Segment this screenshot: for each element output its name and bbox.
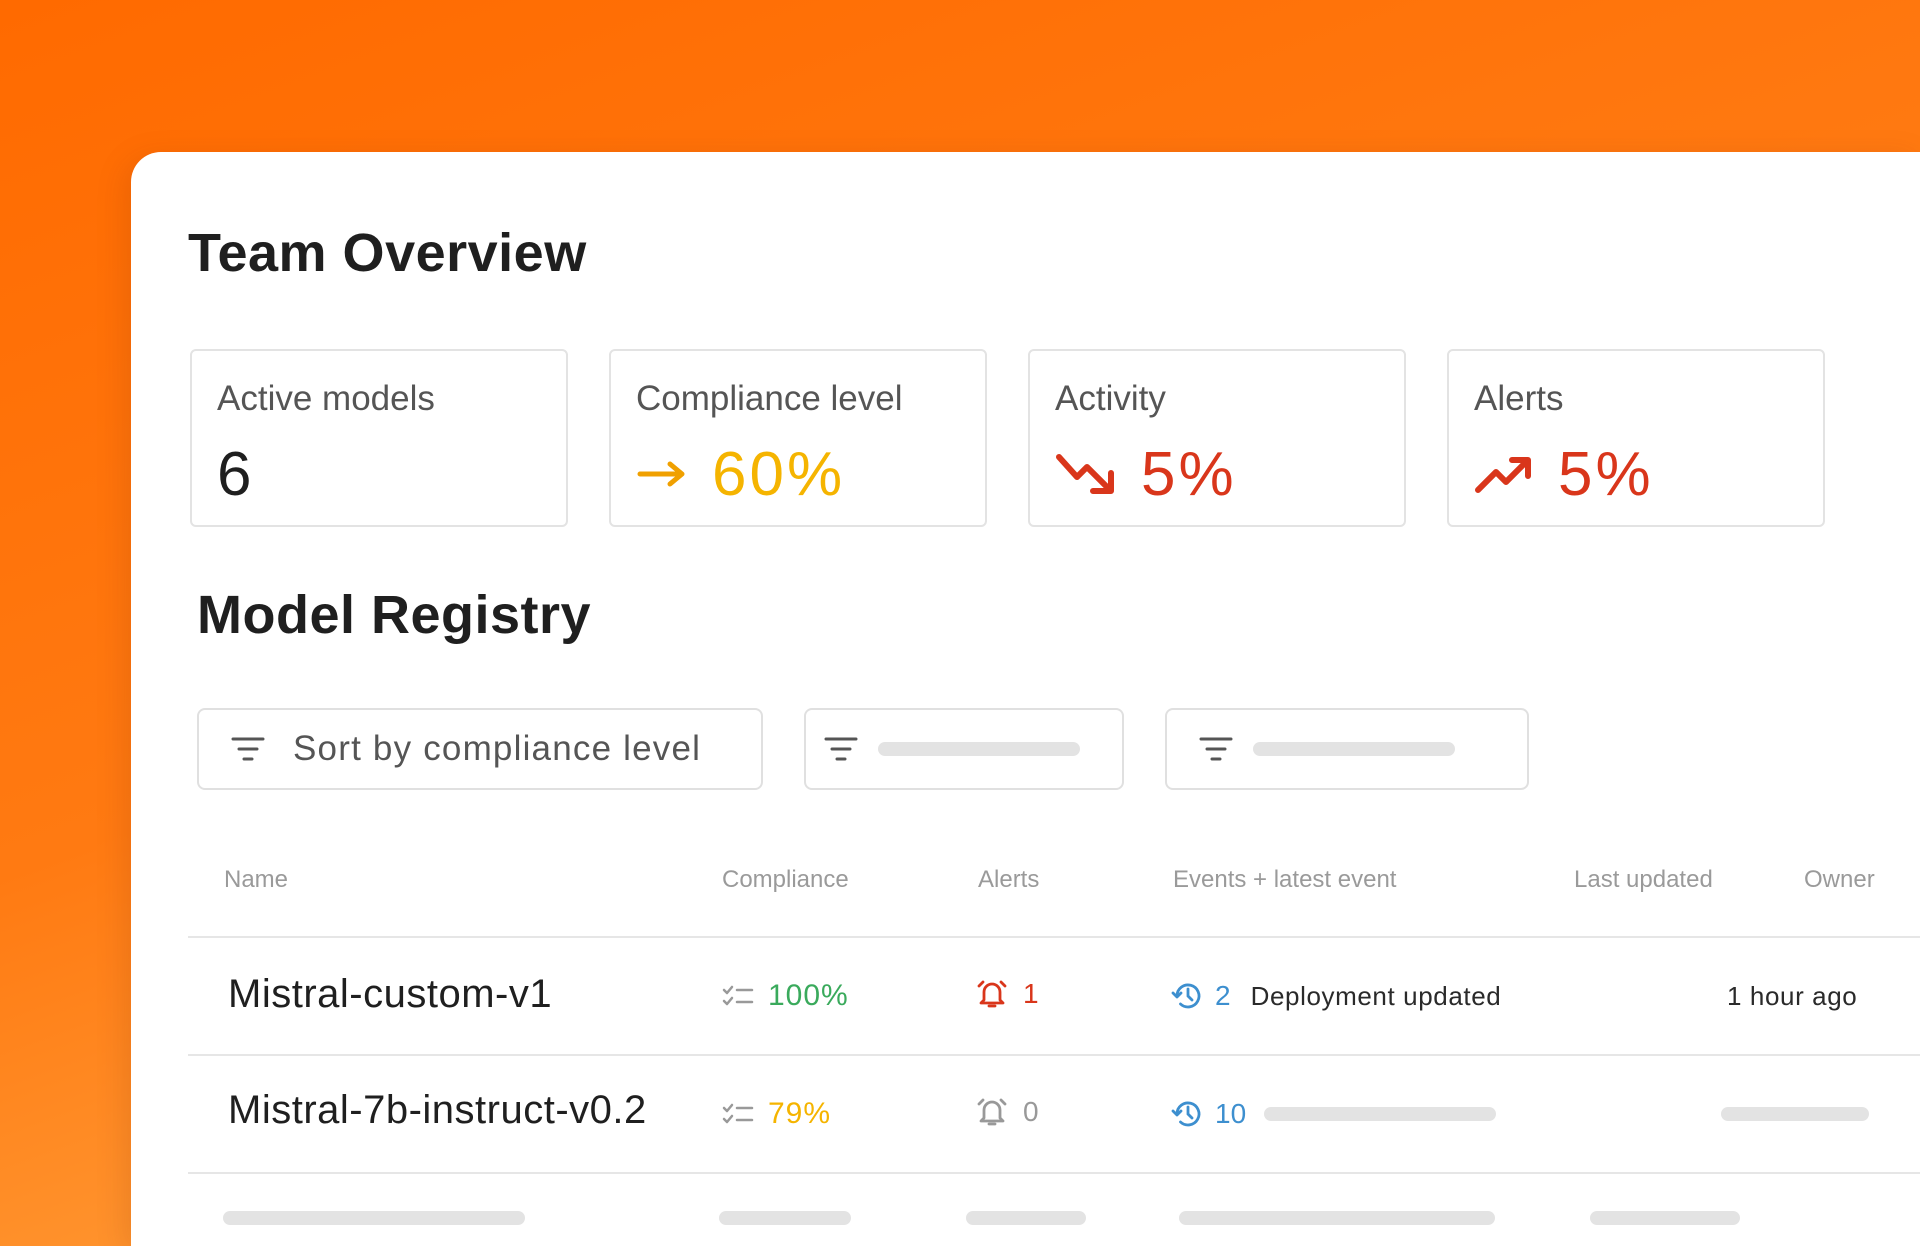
- latest-event: Deployment updated: [1250, 980, 1502, 1011]
- model-name[interactable]: Mistral-custom-v1: [228, 972, 552, 1017]
- table-row[interactable]: Mistral-custom-v1 100% 1 2 Deployment up…: [131, 938, 1920, 1054]
- events-placeholder: [1179, 1211, 1495, 1225]
- trend-up-icon: [1474, 452, 1536, 496]
- section-title: Model Registry: [197, 585, 592, 645]
- alerts-count: 1: [1023, 978, 1039, 1009]
- filter-icon: [1199, 736, 1233, 762]
- checklist-icon: [722, 1102, 754, 1126]
- table-row[interactable]: Mistral-7b-instruct-v0.2 79% 0 10 L: [131, 1056, 1920, 1172]
- stat-value: 5%: [1558, 439, 1654, 509]
- history-icon: [1171, 1097, 1205, 1131]
- alerts-count: 0: [1023, 1096, 1039, 1127]
- filter-placeholder: [1253, 742, 1455, 756]
- column-header-compliance[interactable]: Compliance: [722, 866, 849, 894]
- table-row[interactable]: T: [131, 1174, 1920, 1246]
- history-icon: [1171, 979, 1205, 1013]
- column-header-events[interactable]: Events + latest event: [1173, 866, 1396, 894]
- events-count: 2: [1215, 980, 1231, 1011]
- stat-label: Active models: [217, 379, 435, 418]
- checklist-icon: [722, 984, 754, 1008]
- last-updated-placeholder: [1590, 1211, 1740, 1225]
- events-count: 10: [1215, 1098, 1247, 1129]
- latest-event-placeholder: [1264, 1107, 1497, 1121]
- filter-placeholder: [878, 742, 1080, 756]
- table-header: Name Compliance Alerts Events + latest e…: [131, 866, 1920, 906]
- last-updated-placeholder: [1721, 1107, 1869, 1121]
- compliance-value: 79%: [768, 1097, 832, 1130]
- alerts-placeholder: [966, 1211, 1086, 1225]
- filter-dropdown-3[interactable]: [1165, 708, 1529, 790]
- stat-value: 5%: [1141, 439, 1237, 509]
- page-title: Team Overview: [188, 223, 587, 283]
- stat-label: Alerts: [1474, 379, 1564, 418]
- compliance-placeholder: [719, 1211, 851, 1225]
- column-header-owner[interactable]: Owner: [1804, 866, 1875, 894]
- column-header-name[interactable]: Name: [224, 866, 288, 894]
- stat-value: 6: [217, 439, 255, 509]
- model-name[interactable]: Mistral-7b-instruct-v0.2: [228, 1088, 647, 1133]
- trend-down-icon: [1055, 451, 1119, 497]
- stat-value: 60%: [712, 439, 846, 509]
- filter-icon: [231, 736, 265, 762]
- column-header-alerts[interactable]: Alerts: [978, 866, 1039, 894]
- stat-label: Activity: [1055, 379, 1166, 418]
- stat-label: Compliance level: [636, 379, 903, 418]
- sort-compliance-filter[interactable]: Sort by compliance level: [197, 708, 763, 790]
- filter-icon: [824, 736, 858, 762]
- bell-alert-icon: [975, 978, 1009, 1010]
- stat-card-active-models: Active models 6: [190, 349, 568, 527]
- column-header-last-updated[interactable]: Last updated: [1574, 866, 1713, 894]
- filter-label: Sort by compliance level: [293, 729, 702, 768]
- last-updated: 1 hour ago: [1727, 980, 1858, 1011]
- bell-icon: [975, 1096, 1009, 1128]
- name-placeholder: [223, 1211, 525, 1225]
- compliance-value: 100%: [768, 979, 849, 1012]
- stat-card-compliance-level: Compliance level 60%: [609, 349, 987, 527]
- filter-dropdown-2[interactable]: [804, 708, 1124, 790]
- stat-card-alerts: Alerts 5%: [1447, 349, 1825, 527]
- stat-card-activity: Activity 5%: [1028, 349, 1406, 527]
- arrow-right-icon: [636, 459, 690, 489]
- main-panel: Team Overview Active models 6 Compliance…: [131, 152, 1920, 1246]
